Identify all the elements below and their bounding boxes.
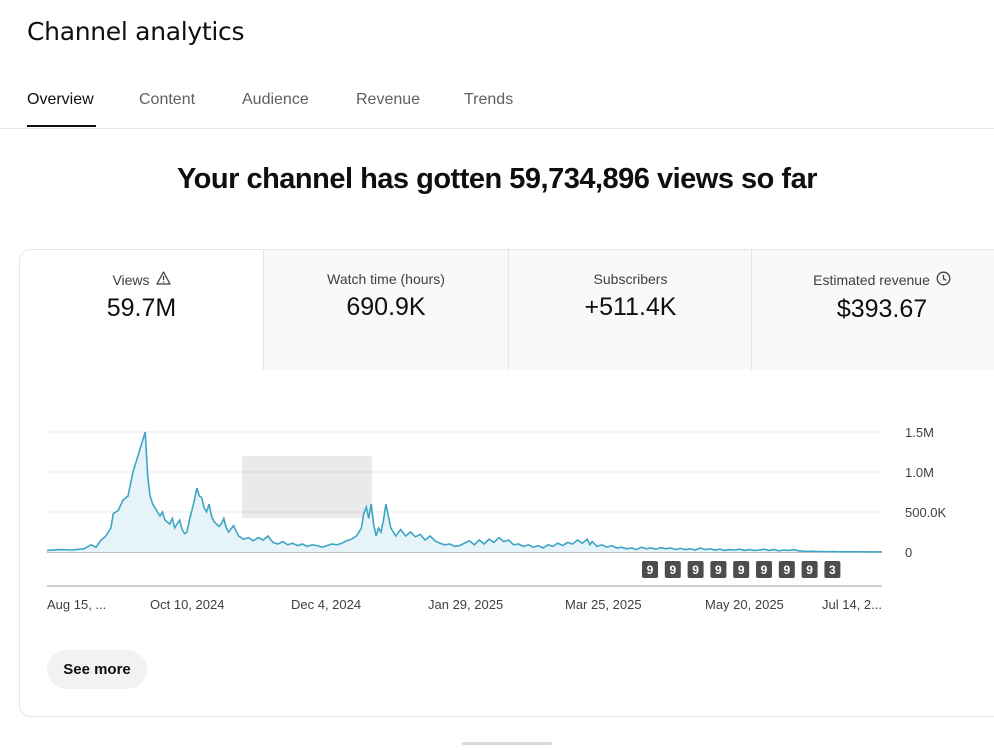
x-tick-label: Aug 15, ... (47, 597, 106, 612)
svg-text:9: 9 (715, 563, 722, 577)
views-area (47, 432, 882, 552)
page-title: Channel analytics (27, 17, 245, 46)
tab-content[interactable]: Content (139, 82, 195, 127)
y-tick-label: 500.0K (905, 505, 947, 520)
x-tick-label: May 20, 2025 (705, 597, 784, 612)
svg-text:9: 9 (692, 563, 699, 577)
svg-text:9: 9 (761, 563, 768, 577)
chart-tooltip-ghost: Sun, Nov 24, 2024 85,547 (242, 456, 372, 518)
video-marker-badge[interactable]: 9 (733, 561, 750, 578)
svg-text:3: 3 (829, 563, 836, 577)
views-chart[interactable]: 0 500.0K 1.0M 1.5M Sun, Nov 24, 2024 85,547… (20, 250, 994, 630)
svg-text:9: 9 (647, 563, 654, 577)
video-marker-badge[interactable]: 9 (664, 561, 681, 578)
y-tick-label: 1.5M (905, 425, 934, 440)
tab-revenue[interactable]: Revenue (356, 82, 420, 127)
svg-text:9: 9 (783, 563, 790, 577)
video-marker-badge[interactable]: 9 (801, 561, 818, 578)
x-tick-label: Mar 25, 2025 (565, 597, 642, 612)
video-marker-badge[interactable]: 9 (642, 561, 658, 578)
video-marker-badge[interactable]: 9 (710, 561, 727, 578)
tooltip-value: 85,547 (245, 485, 318, 512)
tab-bar: Overview Content Audience Revenue Trends (0, 82, 994, 129)
tab-trends[interactable]: Trends (464, 82, 513, 127)
scroll-indicator (462, 742, 552, 745)
video-marker-badge[interactable]: 9 (756, 561, 772, 578)
x-tick-label: Jan 29, 2025 (428, 597, 503, 612)
y-tick-label: 0 (905, 545, 912, 560)
svg-text:9: 9 (669, 563, 676, 577)
svg-text:9: 9 (738, 563, 745, 577)
x-tick-label: Jul 14, 2... (822, 597, 882, 612)
tooltip-date: Sun, Nov 24, 2024 (245, 461, 345, 475)
analytics-card: Views 59.7M Watch time (hours) 690.9K Su… (19, 249, 994, 717)
video-marker-badge[interactable]: 3 (824, 561, 841, 578)
x-tick-label: Dec 4, 2024 (291, 597, 361, 612)
tab-audience[interactable]: Audience (242, 82, 309, 127)
y-tick-label: 1.0M (905, 465, 934, 480)
tab-overview[interactable]: Overview (27, 82, 96, 127)
total-views-headline: Your channel has gotten 59,734,896 views… (176, 163, 818, 195)
video-marker-badge[interactable]: 9 (687, 561, 704, 578)
svg-text:9: 9 (806, 563, 813, 577)
see-more-button[interactable]: See more (47, 650, 147, 689)
video-marker-badge[interactable]: 9 (778, 561, 795, 578)
x-tick-label: Oct 10, 2024 (150, 597, 224, 612)
